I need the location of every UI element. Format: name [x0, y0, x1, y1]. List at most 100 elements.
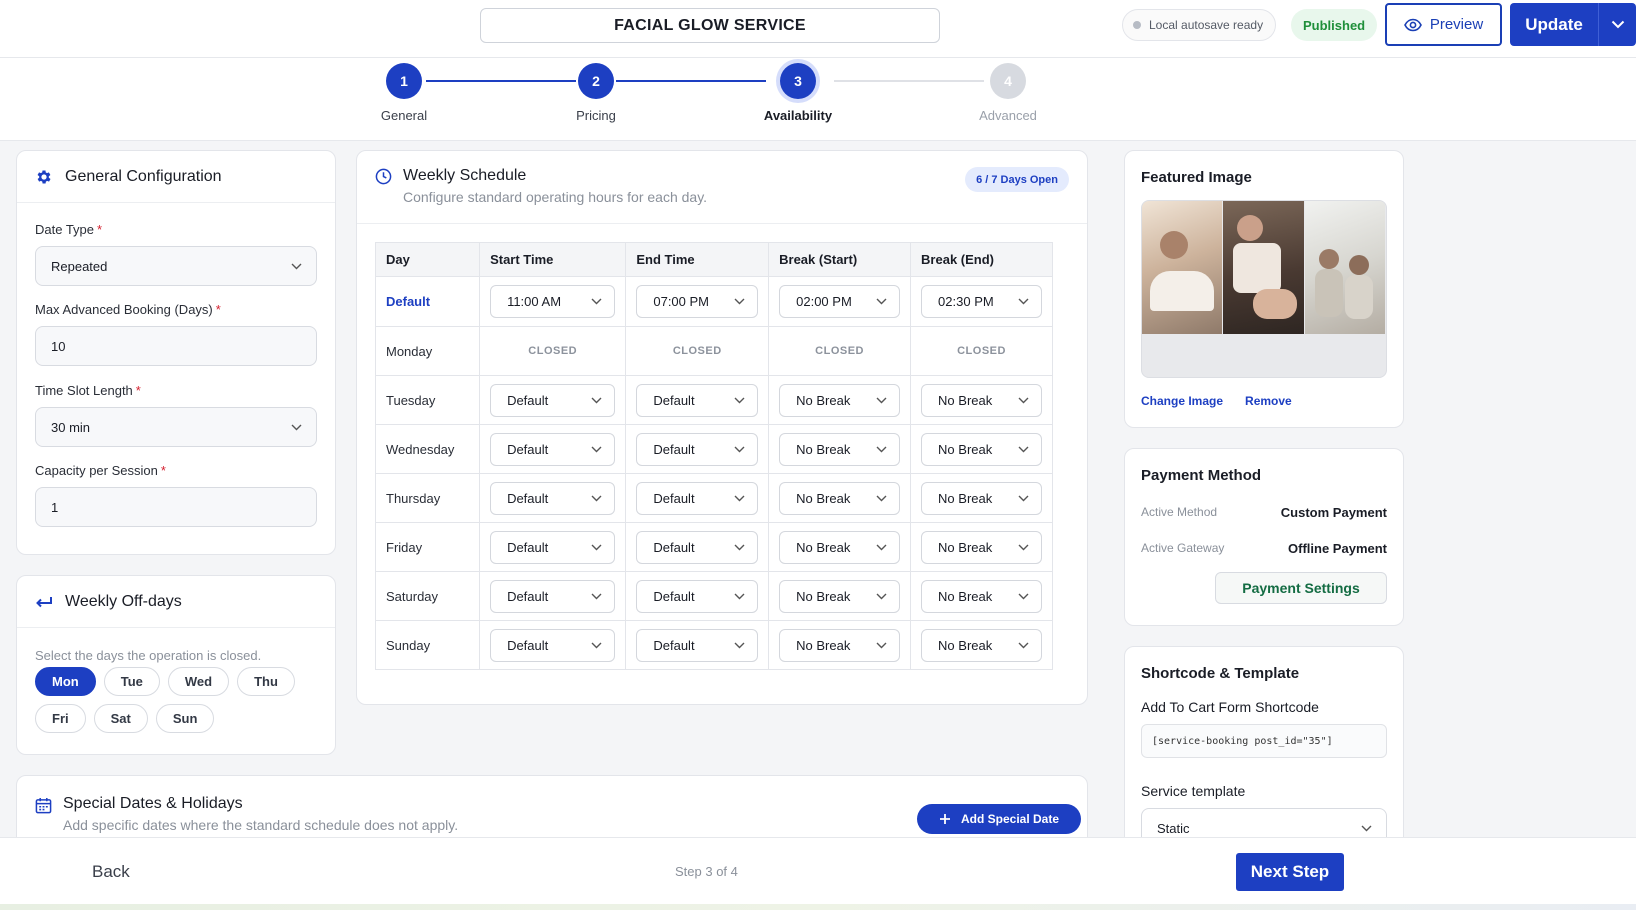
update-button[interactable]: Update: [1510, 15, 1598, 35]
table-row: Sunday Default Default No Break No Break: [374, 620, 1053, 670]
update-dropdown-toggle[interactable]: [1599, 20, 1636, 29]
chevron-down-icon: [591, 544, 602, 550]
end-time-select[interactable]: Default: [636, 628, 759, 662]
card-title: General Configuration: [65, 167, 222, 185]
day-chip-tue[interactable]: Tue: [103, 667, 160, 696]
active-method-key: Active Method: [1141, 505, 1218, 519]
capacity-input[interactable]: 1: [35, 487, 317, 527]
add-special-date-button[interactable]: Add Special Date: [917, 804, 1081, 834]
end-time-select[interactable]: Default: [636, 481, 759, 515]
break-start-select[interactable]: No Break: [779, 481, 901, 515]
gallery-photo-lounge: [1305, 201, 1385, 334]
remove-image-link[interactable]: Remove: [1245, 394, 1292, 408]
cart-shortcode-label: Add To Cart Form Shortcode: [1141, 699, 1319, 715]
break-start-select[interactable]: No Break: [779, 432, 901, 466]
slot-length-select[interactable]: 30 min: [35, 407, 317, 447]
step-label: Pricing: [576, 108, 616, 123]
step-availability[interactable]: 3 Availability: [728, 63, 868, 123]
break-end-select[interactable]: No Break: [921, 432, 1042, 466]
service-title-input[interactable]: FACIAL GLOW SERVICE: [480, 8, 940, 43]
date-type-select[interactable]: Repeated: [35, 246, 317, 286]
chevron-down-icon: [734, 397, 745, 403]
day-chip-fri[interactable]: Fri: [35, 704, 86, 733]
break-start-select[interactable]: No Break: [779, 628, 901, 662]
step-advanced[interactable]: 4 Advanced: [938, 63, 1078, 123]
shortcode-field[interactable]: [service-booking post_id="35"]: [1141, 724, 1387, 758]
break-end-select[interactable]: 02:30 PM: [921, 285, 1042, 318]
card-header: General Configuration: [17, 151, 335, 203]
chevron-down-icon: [1611, 20, 1624, 29]
break-start-select[interactable]: No Break: [779, 579, 901, 613]
table-row: Tuesday Default Default No Break No Break: [374, 375, 1053, 425]
weekly-off-days-card: Weekly Off-days Select the days the oper…: [16, 575, 336, 755]
select-value: 02:00 PM: [796, 294, 852, 309]
gallery-photo-facial: [1142, 201, 1222, 334]
select-value: Static: [1157, 820, 1190, 836]
chevron-down-icon: [876, 495, 887, 501]
day-chip-thu[interactable]: Thu: [237, 667, 295, 696]
select-value: No Break: [796, 441, 851, 457]
break-start-select[interactable]: 02:00 PM: [779, 285, 901, 318]
end-time-select[interactable]: Default: [636, 383, 759, 417]
day-chip-mon[interactable]: Mon: [35, 667, 96, 696]
back-button[interactable]: Back: [92, 862, 130, 882]
select-value: No Break: [796, 539, 851, 555]
select-value: No Break: [938, 392, 993, 408]
shortcode-template-card: Shortcode & Template Add To Cart Form Sh…: [1124, 646, 1404, 866]
end-time-select[interactable]: Default: [636, 530, 759, 564]
day-cell: Default: [374, 276, 481, 327]
end-time-select[interactable]: Default: [636, 432, 759, 466]
column-header: Start Time: [479, 242, 627, 277]
eye-icon: [1403, 18, 1422, 31]
active-method-value: Custom Payment: [1280, 504, 1387, 520]
chevron-down-icon: [1018, 298, 1029, 305]
preview-button[interactable]: Preview: [1385, 3, 1502, 46]
step-label: General: [380, 108, 428, 123]
payment-settings-button[interactable]: Payment Settings: [1215, 572, 1387, 604]
select-value: Default: [653, 588, 695, 604]
start-time-select[interactable]: Default: [490, 432, 616, 466]
table-row: Monday CLOSED CLOSED CLOSED CLOSED: [374, 326, 1053, 376]
change-image-link[interactable]: Change Image: [1141, 394, 1223, 408]
break-start-select[interactable]: No Break: [779, 530, 901, 564]
end-time-select[interactable]: 07:00 PM: [636, 285, 759, 318]
start-time-select[interactable]: Default: [490, 530, 616, 564]
featured-image-title: Featured Image: [1141, 169, 1252, 186]
start-time-select[interactable]: 11:00 AM: [490, 285, 616, 318]
end-time-select[interactable]: Default: [636, 579, 759, 613]
start-time-select[interactable]: Default: [490, 481, 616, 515]
day-chip-sun[interactable]: Sun: [155, 704, 215, 733]
chevron-down-icon: [1018, 593, 1029, 599]
next-step-button[interactable]: Next Step: [1236, 853, 1344, 891]
step-general[interactable]: 1 General: [334, 63, 474, 123]
chevron-down-icon: [1018, 397, 1029, 403]
time-cell: Default: [625, 375, 770, 425]
break-end-select[interactable]: No Break: [921, 530, 1042, 564]
start-time-select[interactable]: Default: [490, 628, 616, 662]
chevron-down-icon: [291, 263, 302, 269]
chevron-down-icon: [876, 593, 887, 599]
break-end-select[interactable]: No Break: [921, 579, 1042, 613]
chevron-down-icon: [1018, 642, 1029, 648]
table-row: Saturday Default Default No Break No Break: [374, 571, 1053, 621]
gallery-photo-massage: [1223, 201, 1304, 334]
time-cell: Default: [479, 620, 627, 670]
break-start-select[interactable]: No Break: [779, 383, 901, 417]
featured-image-preview[interactable]: [1141, 200, 1387, 378]
time-cell: Default: [479, 375, 627, 425]
day-chip-wed[interactable]: Wed: [167, 667, 230, 696]
break-end-select[interactable]: No Break: [921, 628, 1042, 662]
select-value: No Break: [938, 637, 993, 653]
day-chip-sat[interactable]: Sat: [93, 704, 148, 733]
time-cell: Default: [625, 424, 770, 474]
time-cell: Default: [479, 424, 627, 474]
day-cell: Sunday: [374, 620, 481, 670]
break-end-select[interactable]: No Break: [921, 481, 1042, 515]
step-pricing[interactable]: 2 Pricing: [526, 63, 666, 123]
max-booking-input[interactable]: 10: [35, 326, 317, 366]
start-time-select[interactable]: Default: [490, 579, 616, 613]
table-row: Friday Default Default No Break No Break: [374, 522, 1053, 572]
break-end-select[interactable]: No Break: [921, 383, 1042, 417]
chevron-down-icon: [734, 544, 745, 550]
start-time-select[interactable]: Default: [490, 383, 616, 417]
